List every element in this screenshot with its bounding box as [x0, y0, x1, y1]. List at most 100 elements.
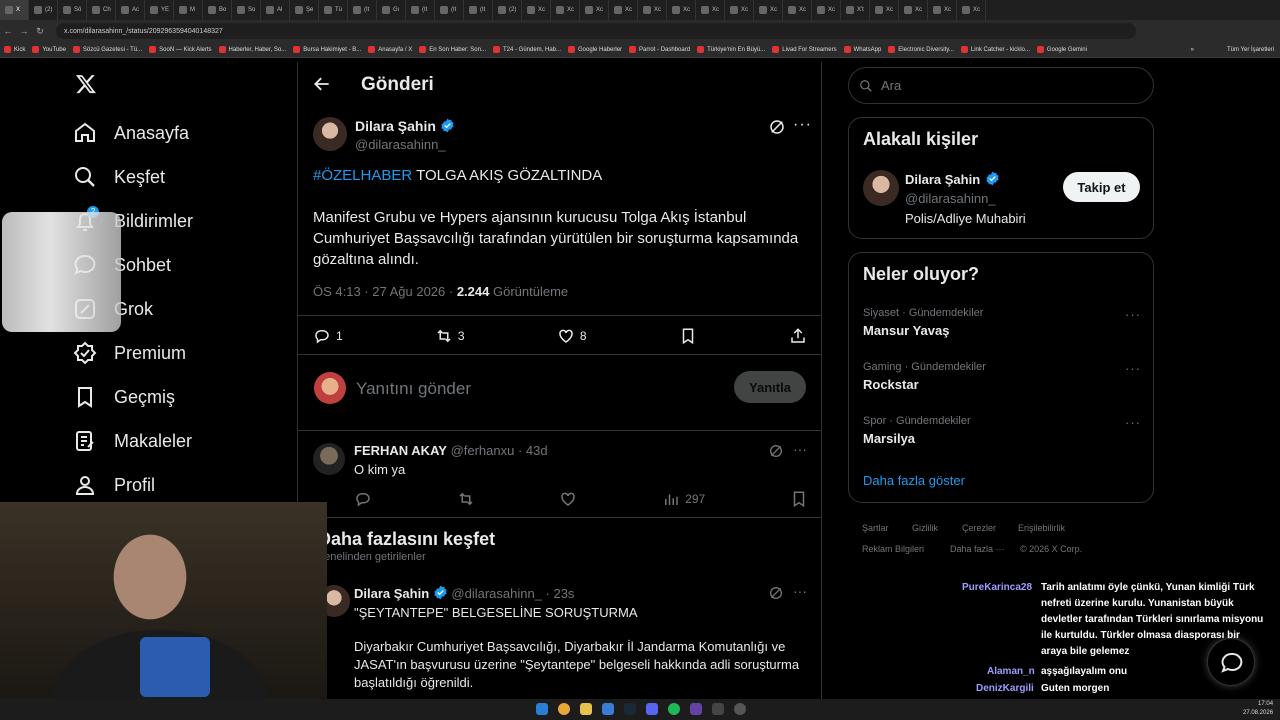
- windows-start-icon[interactable]: [536, 703, 548, 715]
- browser-tab[interactable]: Ac: [116, 0, 145, 20]
- app-icon[interactable]: [602, 703, 614, 715]
- browser-tab[interactable]: Xc: [725, 0, 754, 20]
- author-avatar[interactable]: [313, 117, 347, 151]
- explore-author-name[interactable]: Dilara Şahin: [354, 586, 429, 601]
- more-options-icon[interactable]: ···: [793, 441, 807, 457]
- browser-tab[interactable]: (It: [464, 0, 493, 20]
- follow-button[interactable]: Takip et: [1063, 172, 1140, 202]
- bookmark-item[interactable]: T24 - Gündem, Hab...: [492, 46, 561, 53]
- browser-tab[interactable]: M: [174, 0, 203, 20]
- like-button[interactable]: [559, 490, 577, 508]
- browser-tab[interactable]: Xc: [580, 0, 609, 20]
- repost-button[interactable]: [457, 490, 475, 508]
- show-more-link[interactable]: Daha fazla göster: [863, 473, 965, 488]
- browser-tab[interactable]: X't: [841, 0, 870, 20]
- like-button[interactable]: 8: [557, 327, 587, 345]
- bookmark-item[interactable]: Electronic Diversity...: [888, 46, 954, 53]
- more-options-icon[interactable]: ···: [793, 116, 812, 134]
- nav-articles[interactable]: Makaleler: [73, 429, 192, 453]
- reply-button[interactable]: 1: [313, 327, 343, 345]
- browser-tab[interactable]: So: [232, 0, 261, 20]
- system-clock[interactable]: 17:04 27.08.2026: [1243, 700, 1273, 718]
- reply-submit-button[interactable]: Yanıtla: [734, 371, 806, 403]
- bookmark-item[interactable]: Haberler, Haber, So...: [218, 46, 286, 53]
- reply-input[interactable]: Yanıtını gönder: [356, 379, 471, 399]
- author-name[interactable]: Dilara Şahin: [355, 118, 436, 134]
- reload-icon[interactable]: ↻: [32, 26, 48, 37]
- browser-tab[interactable]: Tü: [319, 0, 348, 20]
- related-handle[interactable]: @dilarasahinn_: [905, 191, 996, 206]
- browser-tab[interactable]: Xc: [899, 0, 928, 20]
- url-input[interactable]: x.com/dilarasahinn_/status/2092963594040…: [56, 23, 1136, 39]
- trend-item[interactable]: Rockstar: [863, 377, 919, 392]
- footer-link[interactable]: Şartlar: [862, 523, 889, 533]
- footer-link[interactable]: Çerezler: [962, 523, 996, 533]
- nav-home[interactable]: Anasayfa: [73, 121, 189, 145]
- footer-link[interactable]: Reklam Bilgileri: [862, 544, 924, 554]
- back-arrow-icon[interactable]: ←: [0, 26, 16, 36]
- browser-tab[interactable]: (2): [29, 0, 58, 20]
- repost-button[interactable]: 3: [435, 327, 465, 345]
- browser-tab[interactable]: Bo: [203, 0, 232, 20]
- more-options-icon[interactable]: ···: [793, 583, 807, 599]
- back-arrow-icon[interactable]: [312, 74, 332, 94]
- search-bar[interactable]: Ara: [848, 67, 1154, 104]
- footer-link[interactable]: Erişilebilirlik: [1018, 523, 1065, 533]
- nav-premium[interactable]: Premium: [73, 341, 186, 365]
- obs-icon[interactable]: [734, 703, 746, 715]
- folder-icon[interactable]: [580, 703, 592, 715]
- spotify-icon[interactable]: [668, 703, 680, 715]
- reply-button[interactable]: [354, 490, 372, 508]
- browser-tab[interactable]: Xc: [783, 0, 812, 20]
- app-icon[interactable]: [712, 703, 724, 715]
- browser-tab[interactable]: (It: [406, 0, 435, 20]
- browser-tab[interactable]: Xc: [551, 0, 580, 20]
- bookmark-item[interactable]: Google Gemini: [1036, 46, 1087, 53]
- bookmark-item[interactable]: Kick: [4, 46, 25, 53]
- browser-tab[interactable]: Xc: [812, 0, 841, 20]
- nav-bookmarks[interactable]: Geçmiş: [73, 385, 175, 409]
- messages-fab[interactable]: [1207, 638, 1255, 686]
- forward-arrow-icon[interactable]: →: [16, 26, 32, 36]
- trend-item[interactable]: Marsilya: [863, 431, 915, 446]
- hashtag-link[interactable]: #ÖZELHABER: [313, 167, 412, 184]
- browser-tab[interactable]: Xc: [696, 0, 725, 20]
- browser-tab[interactable]: Şe: [290, 0, 319, 20]
- browser-tab[interactable]: Xc: [928, 0, 957, 20]
- bookmark-item[interactable]: Parrot - Dashboard: [629, 46, 690, 53]
- browser-tab[interactable]: Xc: [870, 0, 899, 20]
- bookmark-item[interactable]: Livad For Streamers: [772, 46, 837, 53]
- discord-icon[interactable]: [646, 703, 658, 715]
- browser-tab[interactable]: Xc: [522, 0, 551, 20]
- related-avatar[interactable]: [863, 170, 899, 206]
- browser-tab[interactable]: Gı: [377, 0, 406, 20]
- related-name-row[interactable]: Dilara Şahin: [905, 171, 1000, 189]
- more-options-icon[interactable]: ···: [1125, 415, 1141, 430]
- footer-link[interactable]: Daha fazla ···: [950, 544, 1005, 554]
- share-button[interactable]: [789, 327, 807, 345]
- browser-tab[interactable]: YE: [145, 0, 174, 20]
- browser-tab[interactable]: Ch: [87, 0, 116, 20]
- browser-tab[interactable]: Xc: [754, 0, 783, 20]
- footer-link[interactable]: Gizlilik: [912, 523, 938, 533]
- all-bookmarks-button[interactable]: Tüm Yer İşaretleri: [1227, 47, 1274, 53]
- browser-tab[interactable]: (It: [435, 0, 464, 20]
- author-name-row[interactable]: Dilara Şahin: [355, 118, 455, 136]
- post-timestamp[interactable]: ÖS 4:13 · 27 Ağu 2026 ·: [313, 284, 457, 299]
- reply-author-name[interactable]: FERHAN AKAY: [354, 443, 447, 458]
- chat-username[interactable]: DenizKargili: [976, 683, 1034, 694]
- x-logo-icon[interactable]: [75, 73, 97, 95]
- nav-explore[interactable]: Keşfet: [73, 165, 165, 189]
- browser-tab[interactable]: Xc: [667, 0, 696, 20]
- bookmark-item[interactable]: Anasayfa / X: [368, 46, 412, 53]
- bookmark-button[interactable]: [790, 490, 808, 508]
- reply-author-avatar[interactable]: [313, 443, 345, 475]
- browser-tab[interactable]: (2): [493, 0, 522, 20]
- bookmarks-overflow-button[interactable]: »: [1191, 47, 1194, 53]
- reply-author-handle[interactable]: @ferhanxu · 43d: [451, 443, 548, 458]
- steam-icon[interactable]: [624, 703, 636, 715]
- browser-tab[interactable]: Sö: [58, 0, 87, 20]
- bookmark-button[interactable]: [679, 327, 697, 345]
- more-options-icon[interactable]: ···: [1125, 361, 1141, 376]
- bookmark-item[interactable]: Google Haberler: [568, 46, 622, 53]
